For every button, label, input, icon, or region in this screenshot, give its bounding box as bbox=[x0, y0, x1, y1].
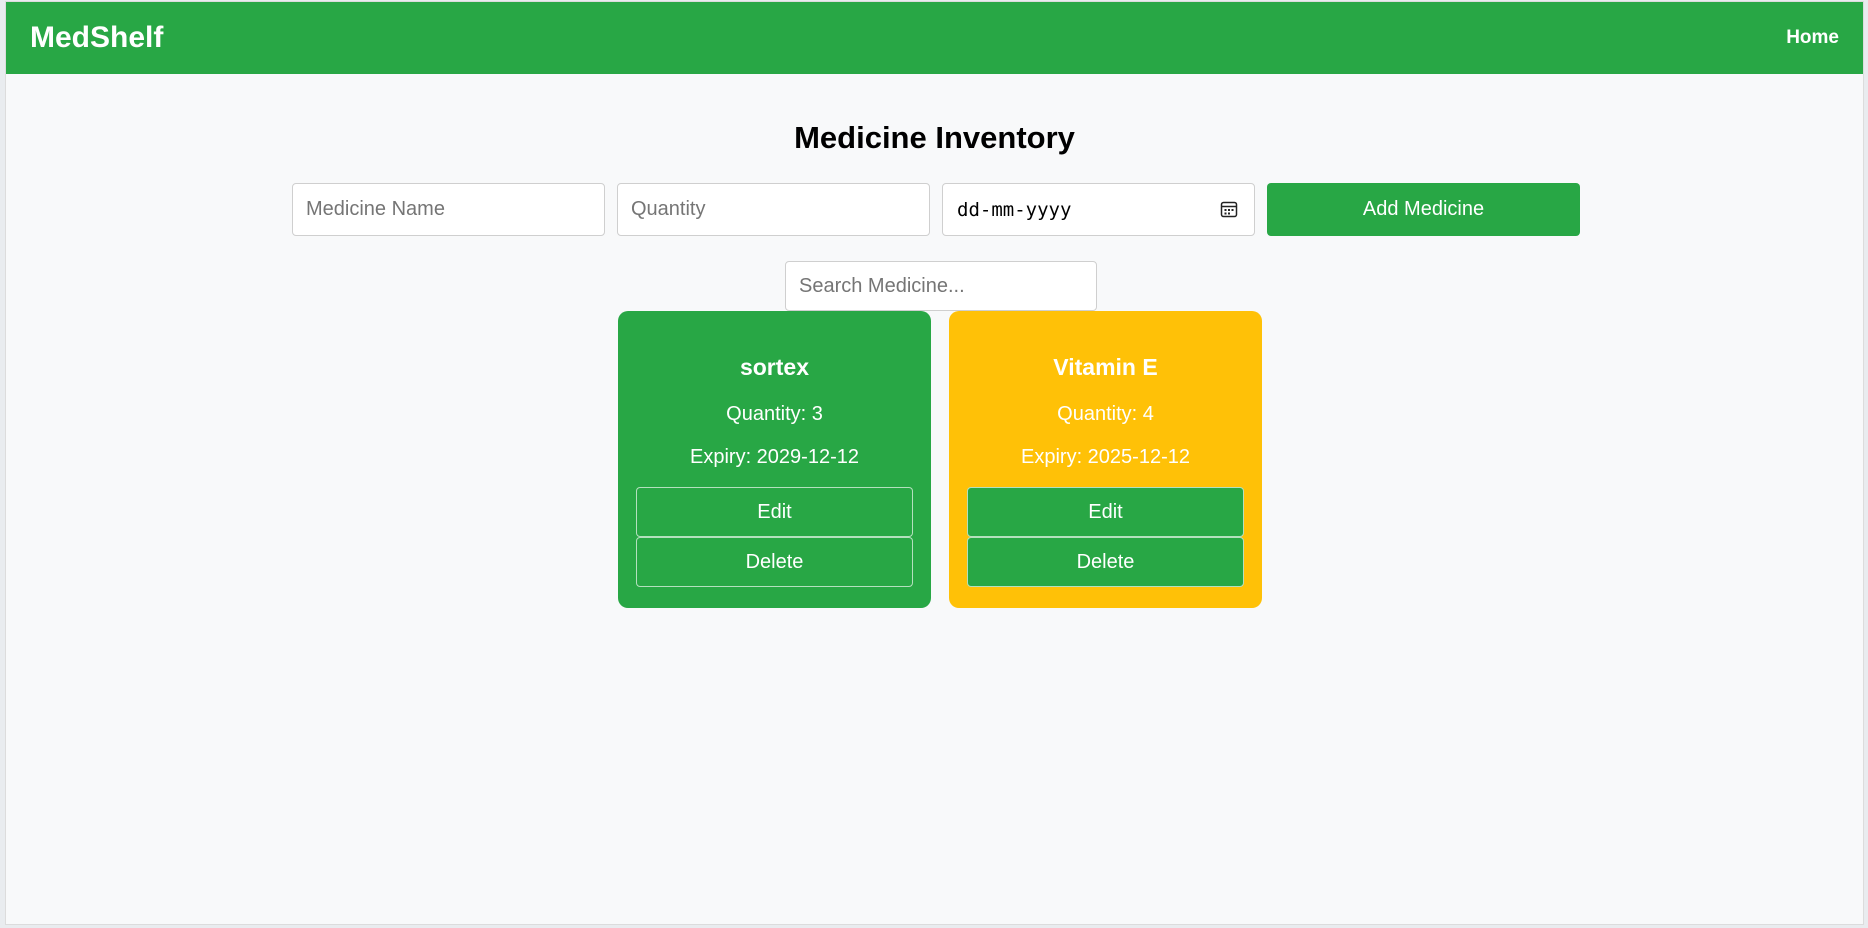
medicine-name: sortex bbox=[739, 354, 810, 380]
edit-button[interactable]: Edit bbox=[636, 487, 913, 537]
add-medicine-button[interactable]: Add Medicine bbox=[1267, 183, 1580, 236]
medicine-quantity: Quantity: 4 bbox=[1057, 403, 1154, 425]
delete-button[interactable]: Delete bbox=[636, 537, 913, 587]
edit-button[interactable]: Edit bbox=[967, 487, 1244, 537]
date-placeholder: dd-mm-yyyy bbox=[957, 198, 1072, 221]
quantity-input[interactable] bbox=[617, 183, 930, 236]
add-medicine-form: dd-mm-yyyy Add Medicine bbox=[292, 183, 1580, 236]
medicine-card-list: sortex Quantity: 3 Expiry: 2029-12-12 Ed… bbox=[618, 311, 1262, 608]
search-input[interactable] bbox=[785, 261, 1097, 311]
app-window: MedShelf Home Medicine Inventory dd-mm-y… bbox=[5, 1, 1864, 925]
medicine-card: sortex Quantity: 3 Expiry: 2029-12-12 Ed… bbox=[618, 311, 931, 608]
brand-logo[interactable]: MedShelf bbox=[30, 21, 163, 55]
medicine-card: Vitamin E Quantity: 4 Expiry: 2025-12-12… bbox=[949, 311, 1262, 608]
expiry-date-input[interactable]: dd-mm-yyyy bbox=[942, 183, 1255, 236]
delete-button[interactable]: Delete bbox=[967, 537, 1244, 587]
navbar: MedShelf Home bbox=[6, 2, 1863, 74]
nav-link-home[interactable]: Home bbox=[1786, 27, 1839, 49]
medicine-name-input[interactable] bbox=[292, 183, 605, 236]
medicine-expiry: Expiry: 2029-12-12 bbox=[690, 446, 859, 468]
medicine-expiry: Expiry: 2025-12-12 bbox=[1021, 446, 1190, 468]
search-container bbox=[785, 261, 1097, 311]
medicine-name: Vitamin E bbox=[1053, 354, 1158, 380]
medicine-quantity: Quantity: 3 bbox=[726, 403, 823, 425]
calendar-icon[interactable] bbox=[1219, 199, 1241, 221]
page-title: Medicine Inventory bbox=[794, 120, 1075, 155]
